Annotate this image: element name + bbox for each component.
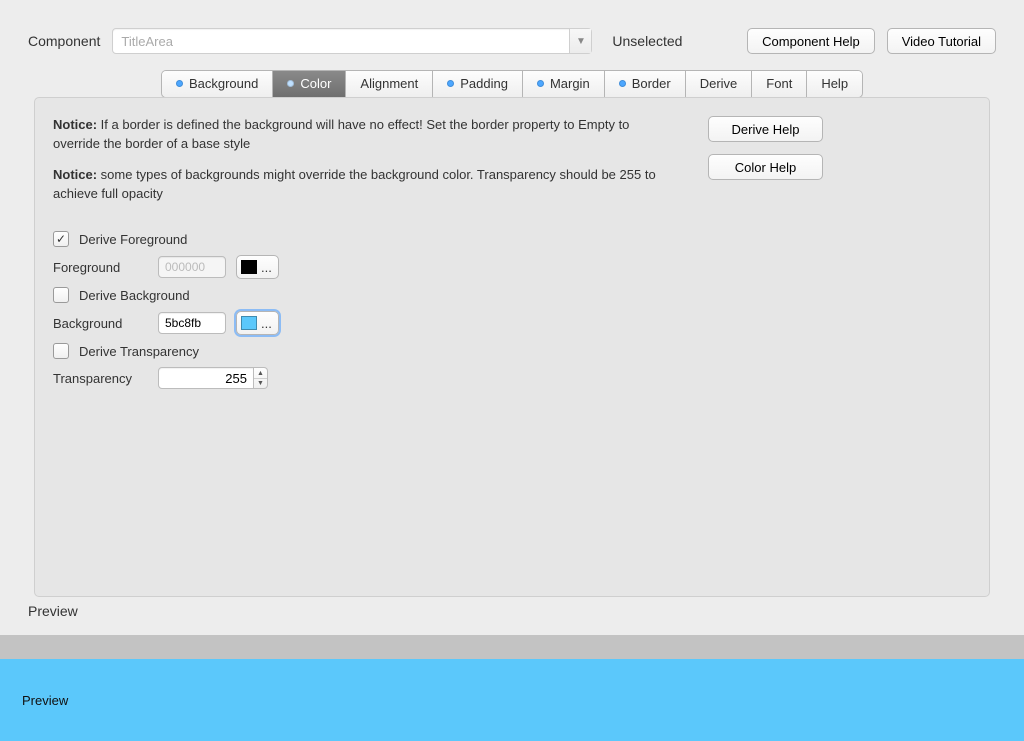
tab-label: Help [821, 76, 848, 91]
header-row: Component ▼ Unselected Component Help Vi… [0, 0, 1024, 66]
preview-inner-label: Preview [22, 693, 68, 708]
unselected-label: Unselected [612, 33, 682, 49]
component-field-label: Component [28, 33, 100, 49]
video-tutorial-button[interactable]: Video Tutorial [887, 28, 996, 54]
ellipsis-icon: ... [261, 316, 272, 331]
derive-background-checkbox[interactable] [53, 287, 69, 303]
spinner-up-icon[interactable]: ▲ [254, 368, 267, 379]
background-input[interactable] [158, 312, 226, 334]
preview-gray-strip [0, 635, 1024, 659]
notice-2: Notice: some types of backgrounds might … [53, 166, 673, 204]
component-help-button[interactable]: Component Help [747, 28, 875, 54]
preview-color-area: Preview [0, 659, 1024, 741]
chevron-down-icon: ▼ [576, 36, 586, 47]
tab-help[interactable]: Help [807, 71, 862, 97]
tab-label: Color [300, 76, 331, 91]
background-label: Background [53, 316, 148, 331]
tab-label: Border [632, 76, 671, 91]
tab-label: Font [766, 76, 792, 91]
ellipsis-icon: ... [261, 260, 272, 275]
derive-foreground-label: Derive Foreground [79, 232, 187, 247]
tab-bar: Background Color Alignment Padding Margin Bor… [0, 70, 1024, 98]
transparency-label: Transparency [53, 371, 148, 386]
tab-label: Margin [550, 76, 590, 91]
tab-derive[interactable]: Derive [686, 71, 753, 97]
modified-dot-icon [287, 80, 294, 87]
color-panel: Notice: If a border is defined the backg… [34, 97, 990, 597]
tab-alignment[interactable]: Alignment [346, 71, 433, 97]
component-dropdown-button[interactable]: ▼ [569, 29, 591, 53]
foreground-color-picker[interactable]: ... [236, 255, 279, 279]
foreground-swatch-icon [241, 260, 257, 274]
color-help-button[interactable]: Color Help [708, 154, 823, 180]
preview-section-label: Preview [28, 603, 78, 619]
tab-font[interactable]: Font [752, 71, 807, 97]
spinner-down-icon[interactable]: ▼ [254, 379, 267, 389]
notice-1: Notice: If a border is defined the backg… [53, 116, 673, 154]
tab-color[interactable]: Color [273, 71, 346, 97]
component-input[interactable] [113, 29, 569, 53]
modified-dot-icon [176, 80, 183, 87]
background-swatch-icon [241, 316, 257, 330]
transparency-spinner[interactable]: ▲ ▼ [158, 367, 268, 389]
tab-background[interactable]: Background [162, 71, 273, 97]
foreground-input[interactable] [158, 256, 226, 278]
derive-transparency-checkbox[interactable] [53, 343, 69, 359]
background-color-picker[interactable]: ... [236, 311, 279, 335]
derive-foreground-checkbox[interactable]: ✓ [53, 231, 69, 247]
transparency-input[interactable] [158, 367, 254, 389]
tab-border[interactable]: Border [605, 71, 686, 97]
modified-dot-icon [619, 80, 626, 87]
tab-margin[interactable]: Margin [523, 71, 605, 97]
preview-block: Preview [0, 635, 1024, 741]
tab-label: Padding [460, 76, 508, 91]
tab-label: Background [189, 76, 258, 91]
modified-dot-icon [447, 80, 454, 87]
tab-label: Alignment [360, 76, 418, 91]
derive-background-label: Derive Background [79, 288, 190, 303]
derive-transparency-label: Derive Transparency [79, 344, 199, 359]
modified-dot-icon [537, 80, 544, 87]
tab-label: Derive [700, 76, 738, 91]
foreground-label: Foreground [53, 260, 148, 275]
tab-padding[interactable]: Padding [433, 71, 523, 97]
component-combobox[interactable]: ▼ [112, 28, 592, 54]
derive-help-button[interactable]: Derive Help [708, 116, 823, 142]
